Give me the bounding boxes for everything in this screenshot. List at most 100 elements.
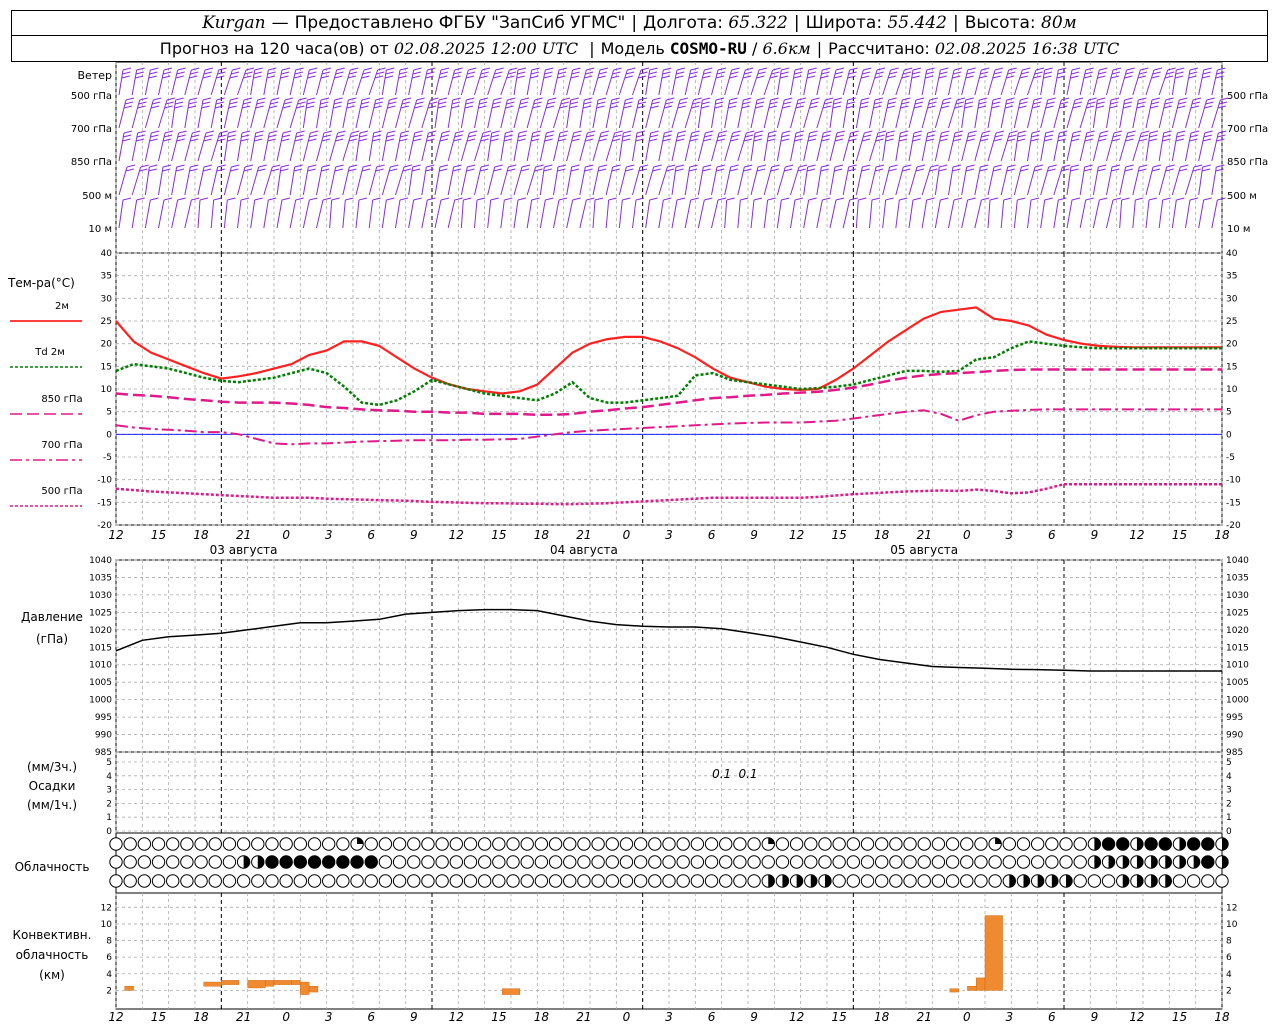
time-tick-label-bottom: 12: [108, 1010, 123, 1024]
wind-barb: [987, 197, 999, 229]
time-tick-label: 12: [449, 528, 464, 542]
wind-level-label-left: 700 гПа: [71, 124, 112, 135]
cloud-cover-symbol: [534, 837, 549, 851]
cloud-cover-symbol: [846, 874, 861, 888]
wind-barb: [908, 197, 922, 229]
temp-ytick-left: -15: [97, 498, 112, 508]
wind-barb: [869, 97, 884, 129]
temp-ytick-right: 5: [1226, 408, 1232, 418]
wind-barb: [395, 130, 410, 162]
time-tick-label-bottom: 3: [325, 1010, 333, 1024]
cloud-cover-half: [1122, 874, 1129, 888]
wind-barb: [803, 130, 818, 162]
wind-barb: [355, 67, 373, 96]
wind-barb: [487, 197, 499, 229]
cloud-cover-symbol: [265, 837, 279, 851]
convective-bar: [124, 985, 134, 991]
cloud-cover-quarter: [357, 837, 364, 844]
time-tick-label: 12: [108, 528, 123, 542]
pressure-ytick-right: 1030: [1226, 591, 1249, 601]
time-tick-label-bottom: 15: [491, 1010, 506, 1024]
precip-ytick-left: 0: [106, 827, 112, 837]
conv-ytick-right: 10: [1226, 920, 1238, 930]
pressure-ytick-left: 1005: [89, 678, 112, 688]
wind-barb: [276, 97, 294, 129]
wind-barb: [460, 67, 477, 96]
time-tick-label-bottom: 21: [917, 1010, 932, 1024]
cloud-cover-half: [1009, 874, 1016, 888]
wind-barb: [921, 67, 935, 96]
cloud-cover-half: [1193, 855, 1200, 869]
time-tick-label: 3: [325, 528, 333, 542]
wind-barb: [711, 130, 728, 162]
time-tick-label: 21: [236, 528, 251, 542]
wind-barb: [553, 197, 568, 229]
cloud-cover-symbol: [109, 837, 123, 851]
wind-barb: [1132, 67, 1149, 96]
cloud-cover-symbol: [563, 855, 577, 869]
wind-barb: [513, 130, 528, 162]
wind-barb: [434, 164, 449, 196]
wind-barb: [737, 164, 753, 196]
wind-barb: [171, 130, 187, 162]
precip-unit-3h: (мм/3ч.): [27, 760, 77, 774]
cloud-cover-half: [1151, 874, 1158, 888]
precip-value-label: 0.1: [738, 767, 757, 781]
conv-ytick-left: 10: [101, 920, 113, 930]
cloud-cover-symbol: [591, 874, 605, 888]
wind-barb: [118, 97, 135, 129]
wind-barb: [184, 164, 199, 196]
cloud-cover-symbol: [548, 874, 563, 888]
wind-barb: [329, 67, 345, 96]
time-tick-label: 6: [367, 528, 375, 542]
cloud-cover-symbol: [1045, 837, 1059, 851]
cloud-cover-symbol: [435, 837, 449, 851]
wind-barb: [934, 67, 949, 96]
cloud-cover-symbol: [364, 874, 378, 888]
conv-ytick-right: 2: [1226, 986, 1232, 996]
wind-barb: [434, 197, 450, 229]
cloud-cover-symbol: [378, 855, 393, 869]
wind-level-label-right: 500 м: [1227, 191, 1257, 202]
cloud-cover-symbol: [719, 874, 733, 888]
wind-barb: [1132, 164, 1148, 196]
wind-barb: [961, 197, 976, 229]
cloud-cover-symbol: [974, 837, 988, 851]
time-tick-label-bottom: 18: [534, 1010, 550, 1024]
conv-ytick-left: 2: [106, 986, 112, 996]
wind-barb: [842, 197, 858, 229]
cloud-cover-half: [1151, 855, 1158, 869]
convective-bar: [975, 977, 986, 991]
cloud-cover-symbol: [633, 855, 648, 869]
time-tick-label: 18: [534, 528, 550, 542]
cloud-cover-symbol: [492, 855, 506, 869]
wind-barb: [763, 97, 779, 129]
wind-barb: [447, 130, 464, 162]
wind-barb: [816, 67, 831, 96]
cloud-cover-symbol: [449, 855, 464, 869]
wind-barb: [671, 97, 689, 129]
wind-barb: [460, 164, 476, 196]
temp-ytick-right: 30: [1226, 294, 1238, 304]
cloud-cover-symbol: [804, 855, 818, 869]
wind-barb: [302, 130, 319, 162]
wind-barb: [974, 97, 988, 129]
wind-barb: [842, 130, 859, 162]
wind-barb: [368, 130, 382, 162]
wind-barb: [302, 67, 318, 96]
wind-barb: [974, 164, 989, 196]
pressure-unit: (гПа): [36, 632, 68, 646]
wind-barb: [1198, 67, 1212, 96]
cloud-cover-half: [796, 874, 803, 888]
wind-barb: [447, 67, 463, 96]
wind-barb: [513, 197, 527, 229]
cloud-cover-symbol: [265, 855, 279, 869]
wind-barb: [276, 197, 291, 229]
cloud-cover-symbol: [392, 837, 407, 851]
wind-barb: [1040, 164, 1057, 196]
pressure-ytick-left: 1000: [89, 696, 112, 706]
pressure-ytick-right: 1040: [1226, 556, 1249, 566]
wind-barb: [395, 197, 409, 229]
wind-barb: [790, 197, 804, 229]
wind-barb: [1198, 197, 1212, 229]
